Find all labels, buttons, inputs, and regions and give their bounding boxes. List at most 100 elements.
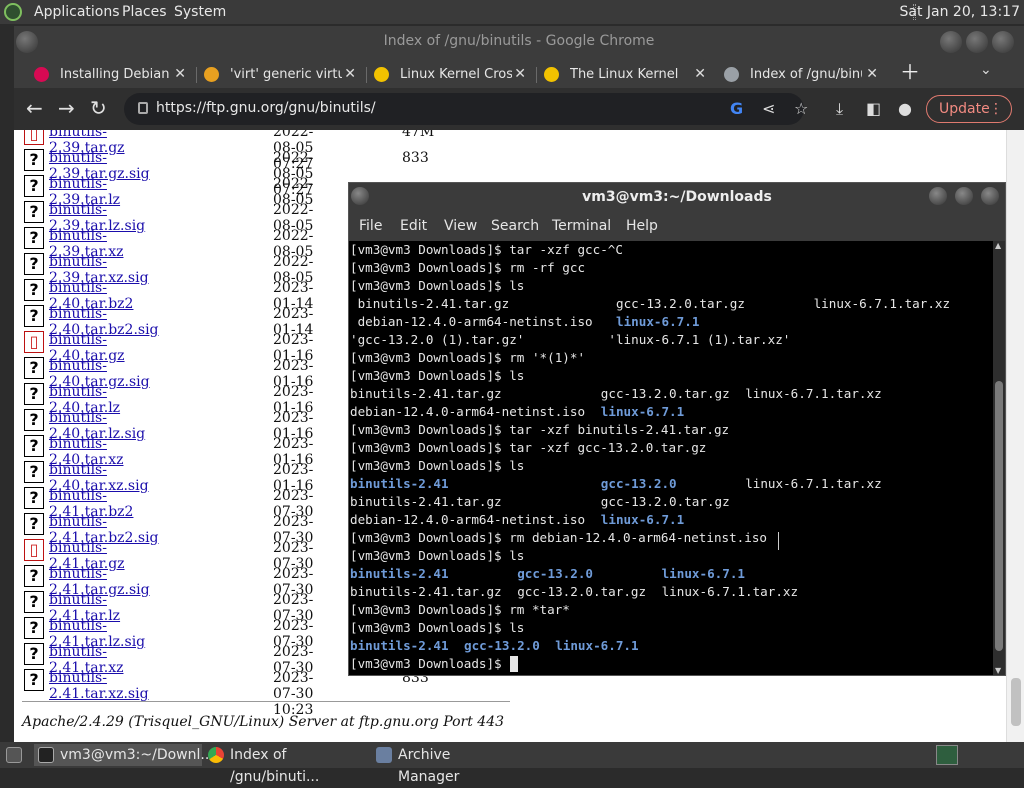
terminal-text: [vm3@vm3 Downloads]$ rm '*(1)*' — [350, 350, 586, 365]
address-url[interactable]: https://ftp.gnu.org/gnu/binutils/ — [156, 100, 376, 116]
taskbar-label: Index of /gnu/binuti... — [230, 747, 320, 785]
taskbar-item-terminal[interactable]: vm3@vm3:~/Downl... — [34, 744, 214, 766]
panel-clock[interactable]: Sat Jan 20, 13:17 — [900, 4, 1021, 20]
terminal-text: linux-6.7.1.tar.xz — [745, 386, 882, 401]
scrollbar-thumb[interactable] — [1011, 678, 1021, 726]
terminal-text: [vm3@vm3 Downloads]$ ls — [350, 620, 525, 635]
tux-icon — [544, 67, 559, 82]
menu-places[interactable]: Places — [122, 4, 167, 20]
scroll-up-icon[interactable]: ▲ — [995, 241, 1001, 250]
profile-avatar-icon[interactable]: ● — [898, 99, 912, 119]
update-label: Update — [939, 101, 990, 117]
bookmark-star-icon[interactable]: ☆ — [794, 99, 808, 119]
maximize-icon[interactable] — [955, 187, 973, 205]
menu-file[interactable]: File — [359, 218, 382, 234]
tab-separator — [536, 67, 537, 83]
menu-search[interactable]: Search — [491, 218, 539, 234]
page-scrollbar[interactable] — [1006, 130, 1024, 742]
package-file-icon: ▯ — [24, 331, 44, 353]
terminal-menubar: File Edit View Search Terminal Help — [349, 211, 1005, 241]
terminal-dir-name: linux-6.7.1 — [600, 404, 685, 419]
unknown-file-icon: ? — [24, 227, 44, 249]
show-desktop-icon[interactable] — [2, 744, 26, 766]
tab-installing-debian[interactable]: Installing Debian v ✕ — [30, 61, 188, 88]
terminal-dir-name: binutils-2.41 — [350, 476, 449, 491]
workspace-switcher-icon[interactable] — [936, 745, 958, 765]
new-tab-icon[interactable]: ＋ — [900, 58, 920, 86]
terminal-text: [vm3@vm3 Downloads]$ rm debian-12.4.0-ar… — [350, 530, 768, 545]
downloads-icon[interactable]: ⤓ — [836, 99, 843, 119]
taskbar-item-archive-manager[interactable]: Archive Manager — [372, 744, 512, 785]
terminal-text: [vm3@vm3 Downloads]$ tar -xzf gcc-13.2.0… — [350, 440, 707, 455]
close-tab-icon[interactable]: ✕ — [344, 61, 356, 88]
tab-separator — [196, 67, 197, 83]
window-menu-icon[interactable] — [16, 31, 38, 53]
back-icon[interactable]: ← — [26, 97, 43, 119]
unknown-file-icon: ? — [24, 201, 44, 223]
tab-linux-kernel-archives[interactable]: The Linux Kernel A ✕ — [540, 61, 708, 88]
close-tab-icon[interactable]: ✕ — [694, 61, 706, 88]
terminal-text: [vm3@vm3 Downloads]$ ls — [350, 368, 525, 383]
reload-icon[interactable]: ↻ — [90, 97, 107, 119]
terminal-text: [vm3@vm3 Downloads]$ rm *tar* — [350, 602, 570, 617]
forward-icon[interactable]: → — [58, 97, 75, 119]
maximize-icon[interactable] — [966, 31, 988, 53]
archive-icon — [376, 747, 392, 763]
terminal-scrollbar[interactable]: ▲ ▼ — [993, 241, 1005, 675]
terminal-text: 'linux-6.7.1 (1).tar.xz' — [608, 332, 791, 347]
minimize-icon[interactable] — [940, 31, 962, 53]
share-icon[interactable]: ⋖ — [762, 99, 775, 119]
terminal-text: binutils-2.41.tar.gz — [350, 296, 510, 311]
scroll-down-icon[interactable]: ▼ — [995, 666, 1001, 675]
kebab-menu-icon[interactable]: ⋮ — [989, 96, 1003, 122]
address-bar[interactable]: https://ftp.gnu.org/gnu/binutils/ — [124, 93, 804, 125]
terminal-dir-name: binutils-2.41 — [350, 566, 449, 581]
menu-help[interactable]: Help — [626, 218, 658, 234]
terminal-titlebar[interactable]: vm3@vm3:~/Downloads — [349, 183, 1005, 211]
tab-linux-kernel-cross[interactable]: Linux Kernel Cross ✕ — [370, 61, 528, 88]
terminal-icon — [38, 747, 54, 763]
unknown-file-icon: ? — [24, 175, 44, 197]
unknown-file-icon: ? — [24, 409, 44, 431]
taskbar: vm3@vm3:~/Downl... Index of /gnu/binuti.… — [0, 742, 1024, 785]
file-size: 833 — [402, 150, 429, 166]
terminal-text: [vm3@vm3 Downloads]$ ls — [350, 458, 525, 473]
chrome-titlebar[interactable]: Index of /gnu/binutils - Google Chrome — [14, 26, 1024, 58]
tab-index-binutils[interactable]: Index of /gnu/binut ✕ — [720, 61, 880, 88]
terminal-text: gcc-13.2.0.tar.gz — [600, 494, 730, 509]
tux-icon — [374, 67, 389, 82]
unknown-file-icon: ? — [24, 357, 44, 379]
menu-terminal[interactable]: Terminal — [552, 218, 611, 234]
footer-divider — [22, 701, 510, 702]
window-menu-icon[interactable] — [351, 187, 369, 205]
tab-strip: Installing Debian v ✕ 'virt' generic vir… — [14, 58, 1024, 88]
scrollbar-thumb[interactable] — [995, 381, 1003, 651]
chrome-window-title: Index of /gnu/binutils - Google Chrome — [383, 33, 655, 49]
distro-logo-icon[interactable] — [4, 3, 22, 21]
taskbar-item-chrome[interactable]: Index of /gnu/binuti... — [204, 744, 370, 785]
tab-separator — [366, 67, 367, 83]
close-tab-icon[interactable]: ✕ — [514, 61, 526, 88]
tab-search-chevron-icon[interactable]: ⌄ — [980, 62, 992, 78]
google-lens-icon[interactable]: G — [730, 99, 743, 119]
file-size: 47M — [402, 130, 435, 140]
close-window-icon[interactable] — [981, 187, 999, 205]
side-panel-icon[interactable]: ◧ — [866, 99, 881, 119]
lock-icon[interactable] — [138, 102, 148, 114]
menu-applications[interactable]: Applications — [34, 4, 120, 20]
tab-virt-generic[interactable]: 'virt' generic virtual ✕ — [200, 61, 358, 88]
menu-system[interactable]: System — [174, 4, 226, 20]
minimize-icon[interactable] — [929, 187, 947, 205]
menu-view[interactable]: View — [444, 218, 477, 234]
globe-icon — [724, 67, 739, 82]
menu-edit[interactable]: Edit — [400, 218, 427, 234]
update-button[interactable]: Update ⋮ — [926, 95, 1012, 123]
close-tab-icon[interactable]: ✕ — [174, 61, 186, 88]
unknown-file-icon: ? — [24, 643, 44, 665]
terminal-output[interactable]: [vm3@vm3 Downloads]$ tar -xzf gcc-^C [vm3… — [349, 241, 993, 675]
file-link[interactable]: binutils-2.41.tar.xz.sig — [49, 670, 149, 702]
terminal-text: [vm3@vm3 Downloads]$ ls — [350, 548, 525, 563]
terminal-title: vm3@vm3:~/Downloads — [582, 189, 772, 205]
close-window-icon[interactable] — [992, 31, 1014, 53]
close-tab-icon[interactable]: ✕ — [866, 61, 878, 88]
